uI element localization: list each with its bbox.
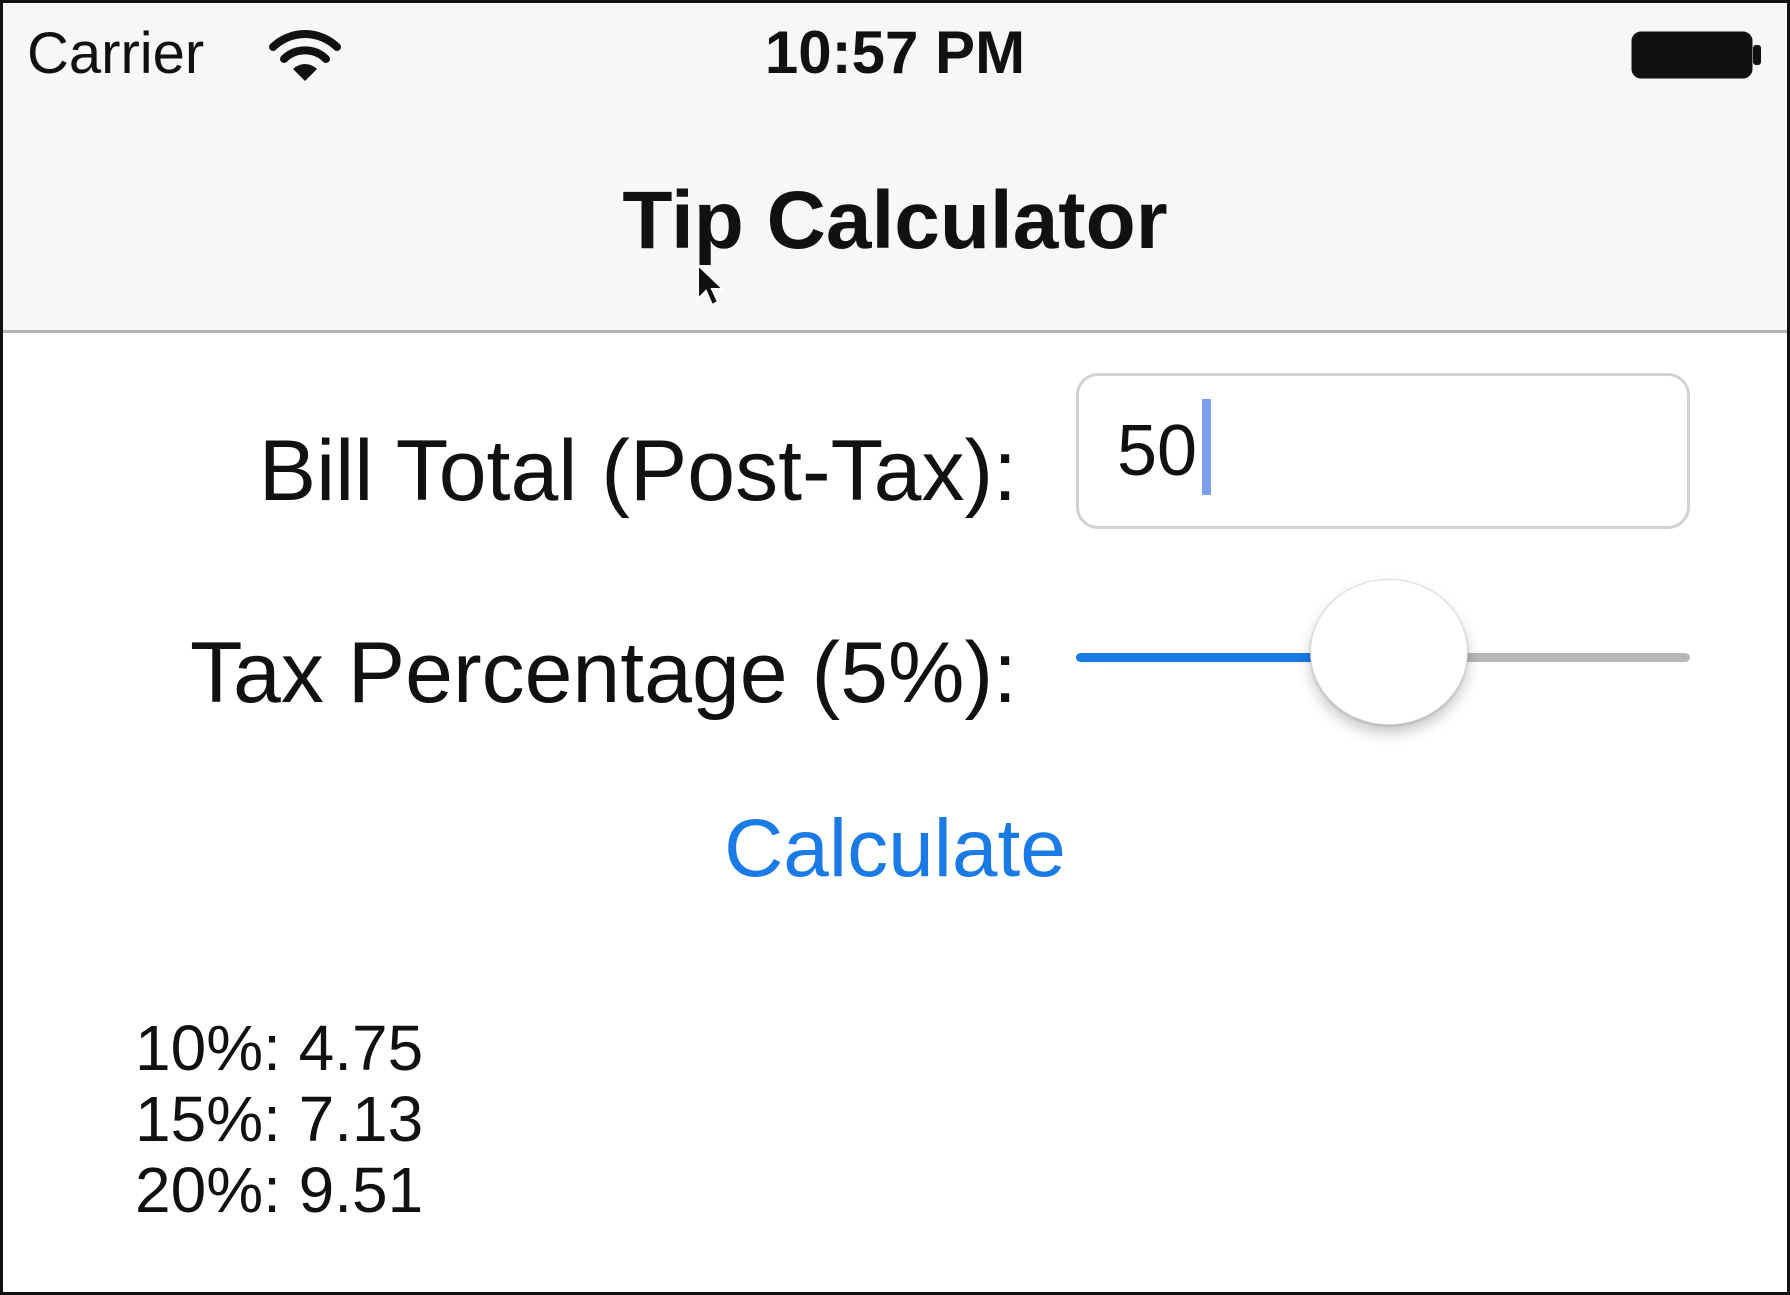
navigation-bar: Tip Calculator	[3, 107, 1787, 333]
bill-total-label: Bill Total (Post-Tax):	[258, 423, 1017, 519]
device-screen: Carrier 10:57 PM Tip Calculator Bill Tot…	[0, 0, 1790, 1295]
tip-result-20: 20%: 9.51	[135, 1154, 424, 1226]
slider-thumb[interactable]	[1310, 579, 1468, 725]
battery-icon	[1631, 31, 1761, 79]
bill-total-input[interactable]	[1076, 373, 1690, 529]
status-bar: Carrier 10:57 PM	[3, 3, 1787, 107]
tip-result-15: 15%: 7.13	[135, 1083, 424, 1155]
tax-percentage-label: Tax Percentage (5%):	[190, 625, 1017, 721]
tip-results: 10%: 4.75 15%: 7.13 20%: 9.51	[135, 1013, 423, 1226]
tax-percentage-slider[interactable]	[1076, 579, 1690, 735]
tip-result-10: 10%: 4.75	[135, 1012, 424, 1084]
status-time: 10:57 PM	[764, 19, 1026, 86]
text-cursor	[1202, 399, 1211, 495]
page-title: Tip Calculator	[622, 175, 1168, 266]
calculate-button[interactable]: Calculate	[3, 801, 1787, 897]
mouse-pointer-icon	[697, 263, 726, 307]
